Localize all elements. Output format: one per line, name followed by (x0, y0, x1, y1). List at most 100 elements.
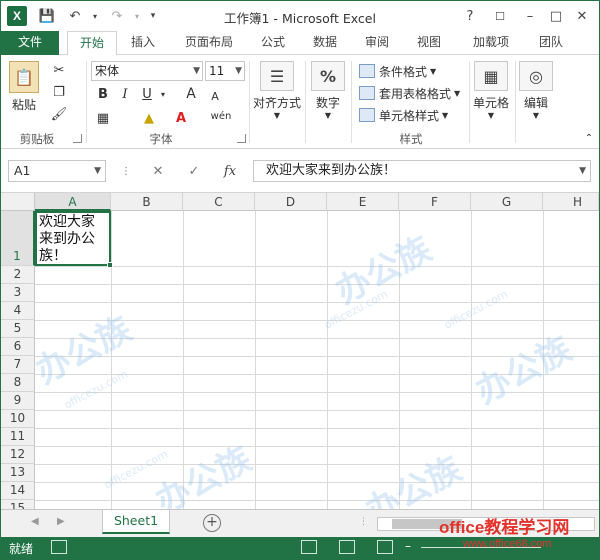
insert-function-button[interactable]: fx (219, 161, 241, 181)
watermark-logo: 办公族 (359, 448, 469, 509)
row-header[interactable]: 2 (1, 266, 35, 284)
tab-team[interactable]: 团队 (531, 31, 571, 55)
help-icon[interactable]: ? (457, 5, 483, 27)
fill-color-icon[interactable]: ▲ (139, 109, 159, 127)
watermark-logo: 办公族 (149, 438, 259, 509)
confirm-entry-icon[interactable]: ✓ (183, 161, 205, 181)
gridline (35, 500, 599, 501)
row-header[interactable]: 8 (1, 374, 35, 392)
column-header[interactable]: F (399, 193, 471, 211)
watermark-logo: 办公族 (29, 308, 139, 393)
alignment-button[interactable]: ☰ 对齐方式 ▼ (253, 61, 301, 120)
next-sheet-icon[interactable]: ▶ (57, 516, 65, 527)
row-header[interactable]: 1 (1, 211, 35, 266)
row-header[interactable]: 7 (1, 356, 35, 374)
ribbon-home: 📋 粘贴 ✂ ❐ 🖌 剪贴板 宋体 ▼ 11 ▼ B I U ▾ A A ▦ ▲… (1, 55, 599, 149)
normal-view-icon[interactable] (301, 540, 317, 554)
format-as-table-label: 套用表格格式 (379, 86, 452, 101)
gridline (35, 266, 599, 267)
cells-button[interactable]: ▦ 单元格 ▼ (473, 61, 509, 120)
cut-icon[interactable]: ✂ (49, 61, 69, 79)
row-header[interactable]: 15 (1, 500, 35, 509)
ribbon-display-options-icon[interactable]: ☐ (487, 5, 513, 27)
fill-handle[interactable] (107, 262, 113, 268)
row-header[interactable]: 6 (1, 338, 35, 356)
name-box[interactable]: A1 ▼ (8, 160, 106, 182)
format-as-table-button[interactable]: 套用表格格式 ▼ (359, 83, 460, 103)
page-break-preview-icon[interactable] (377, 540, 393, 554)
copy-icon[interactable]: ❐ (49, 83, 69, 101)
cancel-entry-icon[interactable]: ✕ (147, 161, 169, 181)
group-divider (469, 61, 470, 143)
column-header[interactable]: C (183, 193, 255, 211)
add-sheet-button[interactable]: + (203, 514, 221, 532)
underline-dropdown-icon[interactable]: ▾ (153, 85, 173, 103)
close-icon[interactable]: ✕ (569, 5, 595, 27)
worksheet-grid[interactable]: A B C D E F G H 1 2 3 4 5 6 7 8 9 10 11 … (1, 193, 599, 509)
formula-input[interactable]: 欢迎大家来到办公族！ ▼ (253, 160, 591, 182)
tab-page-layout[interactable]: 页面布局 (179, 31, 239, 55)
column-header[interactable]: D (255, 193, 327, 211)
row-header[interactable]: 3 (1, 284, 35, 302)
editing-button[interactable]: ◎ 编辑 ▼ (519, 61, 553, 120)
grow-font-button[interactable]: A (181, 85, 201, 103)
font-launcher-icon[interactable] (237, 134, 246, 143)
more-options-icon[interactable]: ⋮ (359, 517, 368, 527)
tab-add-ins[interactable]: 加载项 (465, 31, 517, 55)
tab-home[interactable]: 开始 (67, 31, 117, 56)
font-name-value: 宋体 (95, 64, 120, 78)
row-header[interactable]: 12 (1, 446, 35, 464)
macro-recording-icon[interactable] (51, 540, 67, 554)
font-size-select[interactable]: 11 ▼ (205, 61, 245, 81)
group-divider (86, 61, 87, 143)
column-header[interactable]: B (111, 193, 183, 211)
tab-review[interactable]: 审阅 (357, 31, 397, 55)
row-header[interactable]: 14 (1, 482, 35, 500)
select-all-corner[interactable] (1, 193, 35, 211)
collapse-ribbon-icon[interactable]: ⌃ (579, 129, 599, 147)
clipboard-icon: 📋 (9, 61, 39, 93)
border-icon[interactable]: ▦ (93, 109, 113, 127)
row-header[interactable]: 13 (1, 464, 35, 482)
row-header[interactable]: 11 (1, 428, 35, 446)
cell-styles-button[interactable]: 单元格样式 ▼ (359, 105, 448, 125)
row-header[interactable]: 10 (1, 410, 35, 428)
column-header[interactable]: E (327, 193, 399, 211)
clipboard-group-label: 剪贴板 (19, 132, 55, 146)
sheet-tab[interactable]: Sheet1 (102, 510, 170, 534)
phonetic-guide-button[interactable]: wén (211, 107, 232, 125)
cells-label: 单元格 (473, 96, 510, 110)
column-header[interactable]: G (471, 193, 543, 211)
clipboard-launcher-icon[interactable] (73, 134, 82, 143)
formula-bar: A1 ▼ ⋮ ✕ ✓ fx 欢迎大家来到办公族！ ▼ (1, 149, 599, 193)
font-name-select[interactable]: 宋体 ▼ (91, 61, 203, 81)
maximize-icon[interactable]: □ (543, 5, 569, 27)
font-color-button[interactable]: A (171, 109, 191, 127)
column-header[interactable]: H (543, 193, 599, 211)
tab-data[interactable]: 数据 (305, 31, 345, 55)
format-painter-icon[interactable]: 🖌 (49, 105, 69, 123)
number-format-button[interactable]: % 数字 ▼ (311, 61, 345, 120)
tab-insert[interactable]: 插入 (123, 31, 163, 55)
watermark-site: officezu.com (442, 287, 510, 332)
tab-file[interactable]: 文件 (1, 31, 59, 55)
previous-sheet-icon[interactable]: ◀ (31, 516, 39, 527)
tab-formulas[interactable]: 公式 (253, 31, 293, 55)
column-header[interactable]: A (35, 193, 111, 211)
page-layout-view-icon[interactable] (339, 540, 355, 554)
zoom-out-icon[interactable]: – (405, 539, 411, 553)
cell-a1[interactable]: 欢迎大家来到办公族！ (35, 211, 111, 266)
paste-button[interactable]: 📋 粘贴 (9, 61, 39, 113)
gridline (35, 410, 599, 411)
italic-button[interactable]: I (115, 85, 135, 103)
align-icon: ☰ (260, 61, 294, 91)
more-options-icon[interactable]: ⋮ (115, 161, 137, 181)
row-header[interactable]: 9 (1, 392, 35, 410)
row-header[interactable]: 4 (1, 302, 35, 320)
conditional-formatting-button[interactable]: 条件格式 ▼ (359, 61, 436, 81)
tab-view[interactable]: 视图 (409, 31, 449, 55)
minimize-icon[interactable]: – (517, 5, 543, 27)
shrink-font-button[interactable]: A (205, 87, 225, 105)
bold-button[interactable]: B (93, 85, 113, 103)
row-header[interactable]: 5 (1, 320, 35, 338)
